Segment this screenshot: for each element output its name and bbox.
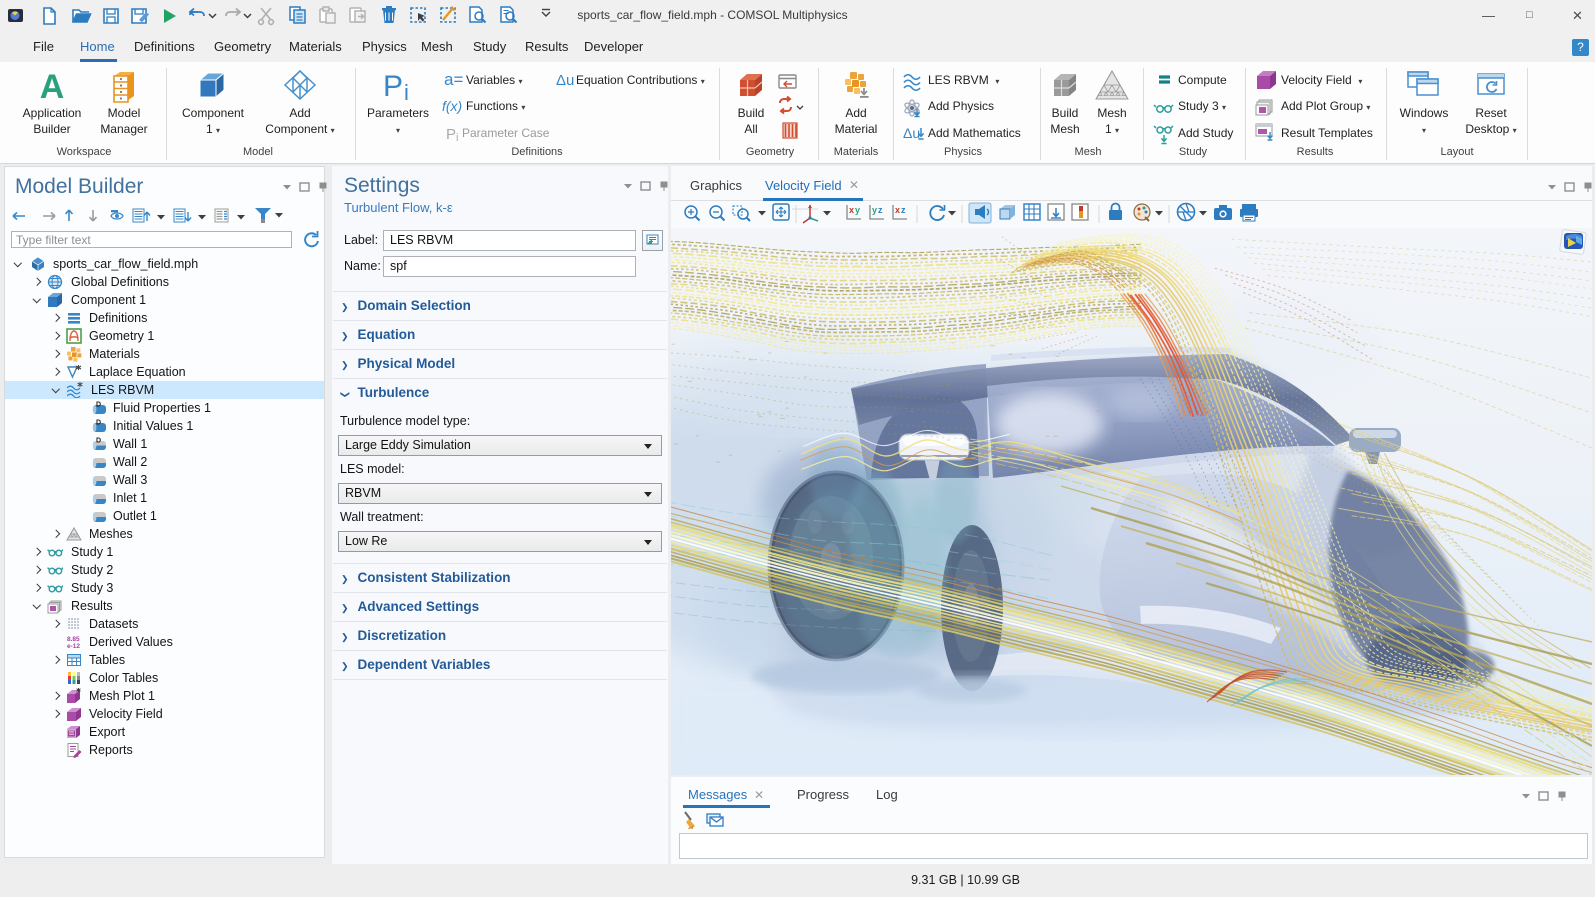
svg-text:f(x): f(x) [442,98,462,114]
svg-text:y: y [855,205,860,215]
svg-text:x: x [895,205,900,215]
svg-text:z: z [878,205,883,215]
svg-text:i: i [404,80,409,105]
svg-text:A: A [40,68,65,106]
svg-text:Δu: Δu [556,72,574,89]
svg-text:a=: a= [444,70,463,89]
svg-text:Δu: Δu [903,125,920,141]
svg-text:x: x [849,205,854,215]
svg-text:z: z [901,205,906,215]
svg-text:i: i [456,132,458,144]
svg-text:y: y [872,205,877,215]
svg-text:P: P [383,70,403,103]
svg-text:P: P [446,126,456,143]
